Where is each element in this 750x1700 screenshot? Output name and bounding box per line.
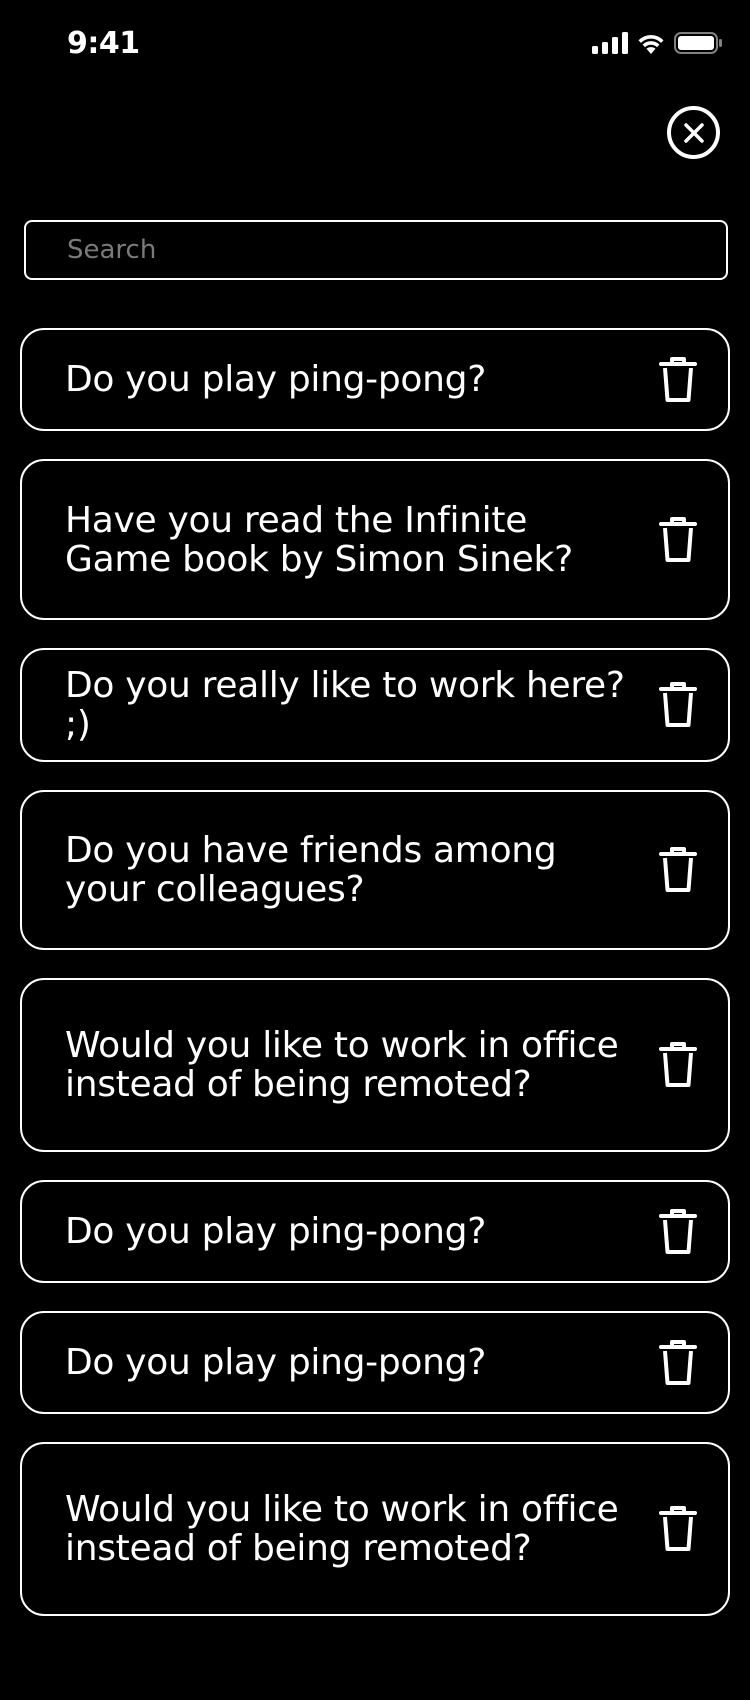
question-text: Do you play ping-pong? bbox=[65, 1211, 487, 1252]
status-time: 9:41 bbox=[67, 26, 140, 61]
close-button[interactable] bbox=[667, 106, 720, 159]
question-text: Have you read the Infinite Game book by … bbox=[65, 499, 573, 580]
delete-button[interactable] bbox=[658, 1505, 698, 1553]
trash-icon bbox=[659, 516, 697, 562]
status-icons bbox=[592, 32, 722, 54]
search-input[interactable] bbox=[24, 220, 728, 280]
delete-button[interactable] bbox=[658, 846, 698, 894]
delete-button[interactable] bbox=[658, 681, 698, 729]
trash-icon bbox=[659, 847, 697, 892]
delete-button[interactable] bbox=[658, 1041, 698, 1089]
question-text: Do you really like to work here? ;) bbox=[65, 665, 625, 745]
question-card[interactable]: Do you really like to work here? ;) bbox=[20, 648, 730, 762]
trash-icon bbox=[659, 1208, 697, 1254]
question-text: Do you play ping-pong? bbox=[65, 1342, 487, 1383]
trash-icon bbox=[659, 682, 697, 727]
question-card[interactable]: Do you play ping-pong? bbox=[20, 1311, 730, 1414]
close-icon bbox=[683, 122, 704, 143]
trash-icon bbox=[659, 1339, 697, 1385]
question-card[interactable]: Do you play ping-pong? bbox=[20, 1180, 730, 1283]
question-text: Would you like to work in office instead… bbox=[65, 1025, 619, 1105]
delete-button[interactable] bbox=[658, 1208, 698, 1256]
question-text: Do you have friends among your colleague… bbox=[65, 830, 557, 910]
question-text: Do you play ping-pong? bbox=[65, 359, 487, 400]
cellular-signal-icon bbox=[592, 32, 628, 54]
delete-button[interactable] bbox=[658, 1339, 698, 1387]
delete-button[interactable] bbox=[658, 516, 698, 564]
question-card[interactable]: Would you like to work in office instead… bbox=[20, 1442, 730, 1616]
question-list: Do you play ping-pong? Have you read the… bbox=[20, 328, 730, 1616]
delete-button[interactable] bbox=[658, 356, 698, 404]
trash-icon bbox=[659, 1042, 697, 1087]
question-card[interactable]: Would you like to work in office instead… bbox=[20, 978, 730, 1152]
question-card[interactable]: Do you play ping-pong? bbox=[20, 328, 730, 431]
trash-icon bbox=[659, 356, 697, 402]
trash-icon bbox=[659, 1506, 697, 1551]
battery-icon bbox=[674, 32, 722, 54]
question-card[interactable]: Do you have friends among your colleague… bbox=[20, 790, 730, 950]
status-bar: 9:41 bbox=[0, 0, 750, 92]
question-text: Would you like to work in office instead… bbox=[65, 1489, 619, 1569]
question-card[interactable]: Have you read the Infinite Game book by … bbox=[20, 459, 730, 620]
wifi-icon bbox=[638, 34, 664, 54]
